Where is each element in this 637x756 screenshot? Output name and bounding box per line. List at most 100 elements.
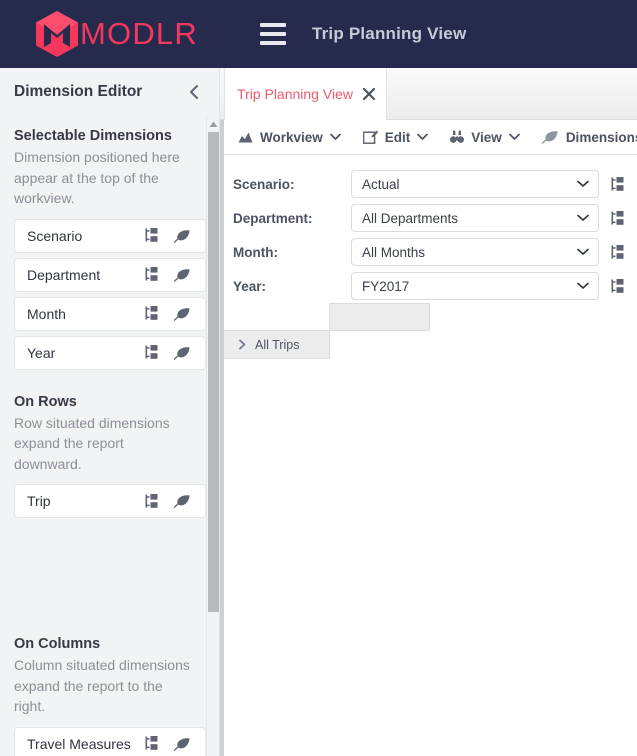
- dimension-chip-department[interactable]: Department: [14, 257, 206, 292]
- selector-value: All Months: [362, 244, 426, 260]
- dimension-label: Trip: [27, 493, 51, 509]
- toolbar-label: Edit: [384, 129, 411, 145]
- department-select[interactable]: All Departments: [351, 204, 599, 232]
- chart-icon: [238, 131, 253, 144]
- toolbar-workview-menu[interactable]: Workview: [238, 130, 341, 145]
- brand-logo: MODLR: [36, 11, 198, 57]
- hierarchy-icon[interactable]: [145, 736, 161, 751]
- selector-label: Month:: [233, 244, 278, 260]
- scroll-up-arrow-icon[interactable]: [208, 118, 219, 130]
- modlr-logo-icon: [36, 11, 78, 57]
- toolbar-dimensions-menu[interactable]: Dimensions: [541, 129, 637, 145]
- main-pane: Trip Planning View Workview Edit View Di…: [220, 68, 637, 756]
- dimension-chip-month[interactable]: Month: [14, 296, 206, 331]
- leaf-icon[interactable]: [174, 494, 191, 508]
- section-description: Dimension positioned here appear at the …: [14, 149, 180, 206]
- tab-trip-planning-view[interactable]: Trip Planning View: [224, 68, 387, 120]
- dimension-chip-year[interactable]: Year: [14, 335, 206, 370]
- dimension-chip-trip[interactable]: Trip: [14, 484, 206, 518]
- dimension-list: Travel Measures: [14, 726, 206, 756]
- selector-row-scenario: Scenario: Actual: [224, 167, 637, 201]
- grid-corner-cell: [224, 303, 330, 331]
- section-title: On Columns: [14, 636, 101, 652]
- selector-label: Scenario:: [233, 176, 295, 192]
- binoculars-icon: [450, 130, 465, 144]
- dimension-chip-travel-measures[interactable]: Travel Measures: [14, 726, 206, 756]
- hierarchy-icon[interactable]: [611, 278, 627, 294]
- sidebar-scrollbar-thumb[interactable]: [208, 132, 219, 612]
- selector-value: Actual: [362, 176, 400, 192]
- table-row: All Trips: [224, 331, 637, 359]
- hierarchy-icon[interactable]: [611, 176, 627, 192]
- hierarchy-icon[interactable]: [145, 345, 161, 360]
- section-description: Row situated dimensions expand the repor…: [14, 414, 170, 472]
- chevron-down-icon: [508, 133, 520, 141]
- page-title: Trip Planning View: [311, 24, 467, 43]
- brand-name: MODLR: [80, 16, 198, 51]
- toolbar-label: View: [471, 129, 502, 145]
- chevron-down-icon: [417, 133, 429, 141]
- dimension-label: Travel Measures: [27, 735, 131, 752]
- hierarchy-icon[interactable]: [611, 244, 627, 260]
- section-description: Column situated dimensions expand the re…: [14, 657, 190, 714]
- dimension-chip-scenario[interactable]: Scenario: [14, 218, 206, 253]
- chevron-down-icon: [577, 180, 589, 188]
- sidebar-header: Dimension Editor: [0, 68, 219, 116]
- leaf-icon[interactable]: [174, 737, 191, 751]
- grid-data-cell[interactable]: [330, 331, 430, 359]
- workview-body: Scenario: Actual Department: All Departm…: [224, 155, 637, 756]
- workview-toolbar: Workview Edit View Dimensions: [224, 120, 637, 155]
- hierarchy-icon[interactable]: [145, 267, 161, 282]
- chevron-left-icon[interactable]: [184, 81, 205, 103]
- chevron-down-icon: [577, 248, 589, 256]
- sidebar-scroll-content: Selectable Dimensions Dimension position…: [0, 116, 219, 756]
- toolbar-label: Dimensions: [565, 129, 637, 145]
- leaf-icon[interactable]: [174, 346, 191, 360]
- grid-row-label: All Trips: [255, 337, 300, 352]
- close-icon[interactable]: [358, 87, 376, 101]
- selector-row-month: Month: All Months: [224, 235, 637, 269]
- grid-header-row: [224, 303, 637, 331]
- section-title: Selectable Dimensions: [14, 128, 172, 144]
- toolbar-label: Workview: [260, 129, 323, 145]
- selector-value: All Departments: [362, 210, 459, 226]
- grid-row-header-all-trips[interactable]: All Trips: [224, 331, 330, 359]
- dimension-list: Scenario Department Month Year: [14, 218, 206, 370]
- tab-label: Trip Planning View: [237, 86, 353, 102]
- hierarchy-icon[interactable]: [145, 228, 161, 243]
- dimension-label: Department: [27, 266, 101, 283]
- month-select[interactable]: All Months: [351, 238, 599, 266]
- toolbar-edit-menu[interactable]: Edit: [362, 129, 429, 145]
- dimension-label: Scenario: [27, 227, 83, 244]
- chevron-down-icon: [577, 282, 589, 290]
- sidebar-section-on-rows: On Rows Row situated dimensions expand t…: [14, 393, 206, 518]
- hierarchy-icon[interactable]: [145, 306, 161, 321]
- toolbar-view-menu[interactable]: View: [450, 130, 520, 145]
- selector-label: Department:: [233, 210, 313, 226]
- hamburger-icon[interactable]: [259, 23, 286, 45]
- selector-value: FY2017: [362, 278, 410, 294]
- chevron-down-icon: [329, 133, 341, 141]
- leaf-icon: [541, 130, 559, 144]
- selector-row-department: Department: All Departments: [224, 201, 637, 235]
- selector-form: Scenario: Actual Department: All Departm…: [224, 155, 637, 303]
- dimension-editor-sidebar: Dimension Editor Selectable Dimensions D…: [0, 68, 220, 756]
- chevron-down-icon: [577, 214, 589, 222]
- section-title: On Rows: [14, 393, 77, 410]
- leaf-icon[interactable]: [174, 229, 191, 243]
- dimension-label: Year: [27, 344, 56, 361]
- year-select[interactable]: FY2017: [351, 272, 599, 300]
- app-header: MODLR Trip Planning View: [0, 0, 637, 68]
- scenario-select[interactable]: Actual: [351, 170, 599, 198]
- leaf-icon[interactable]: [174, 268, 191, 282]
- report-grid: All Trips: [224, 303, 637, 359]
- sidebar-title: Dimension Editor: [14, 83, 143, 100]
- hierarchy-icon[interactable]: [611, 210, 627, 226]
- pencil-icon: [362, 130, 378, 144]
- sidebar-scrollbar-track[interactable]: [206, 116, 219, 756]
- grid-column-header-cell[interactable]: [330, 303, 430, 331]
- hierarchy-icon[interactable]: [145, 493, 161, 509]
- leaf-icon[interactable]: [174, 307, 191, 321]
- chevron-right-icon[interactable]: [238, 339, 247, 350]
- dimension-label: Month: [27, 305, 66, 322]
